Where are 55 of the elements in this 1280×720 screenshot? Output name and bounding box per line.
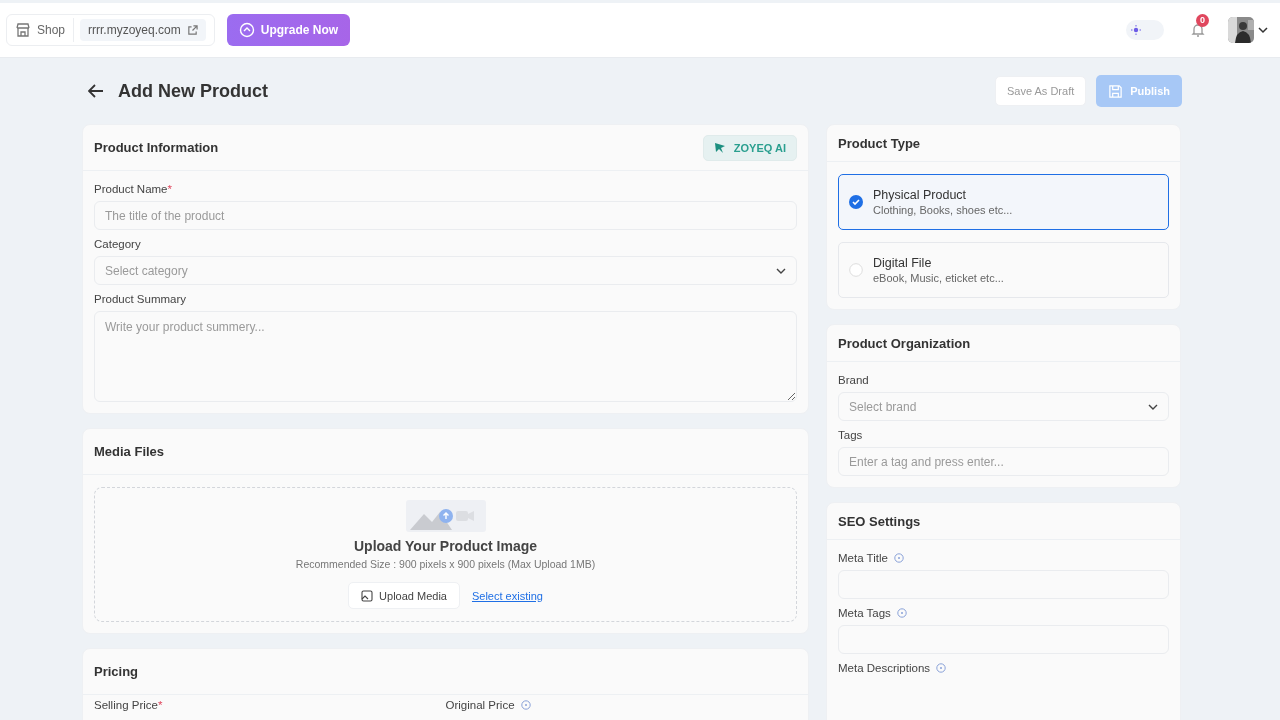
card-title: Product Organization (838, 335, 971, 351)
save-draft-button[interactable]: Save As Draft (995, 76, 1087, 106)
field-label: Original Price (445, 699, 515, 711)
field-label: Product Name* (94, 183, 173, 195)
card-title: Media Files (94, 444, 165, 459)
shop-switcher[interactable]: Shop rrrr.myzoyeq.com (6, 14, 215, 46)
upload-heading: Upload Your Product Image (353, 538, 538, 554)
product-type-option[interactable]: Physical Product Clothing, Books, shoes etc... (838, 174, 1169, 230)
upgrade-icon (238, 22, 255, 38)
option-name: Digital File (873, 256, 933, 270)
upload-hint: Recommended Size : 900 pixels x 900 pixels (Max Upload 1MB) (295, 558, 596, 570)
shop-label: Shop (37, 18, 75, 42)
select-existing-link[interactable]: Select existing (471, 589, 543, 602)
select-field[interactable]: Select category (94, 256, 797, 285)
upload-media-button[interactable]: Upload Media (348, 582, 460, 609)
page-title: Add New Product (118, 80, 268, 102)
field-label: Meta Tags (838, 607, 891, 619)
image-icon (361, 589, 374, 602)
chevron-down-icon[interactable] (1258, 26, 1268, 34)
option-description: eBook, Music, eticket etc... (873, 272, 1004, 284)
card-title: Pricing (94, 664, 139, 679)
field-label: Product Summary (94, 293, 188, 305)
upgrade-button[interactable]: Upgrade Now (226, 14, 351, 46)
back-arrow-icon[interactable] (88, 84, 104, 98)
notification-badge: 0 (1196, 14, 1209, 27)
field-label: Selling Price* (94, 699, 163, 711)
product-type-option[interactable]: Digital File eBook, Music, eticket etc... (838, 242, 1169, 298)
radio-icon (849, 263, 863, 277)
theme-toggle[interactable] (1126, 20, 1164, 40)
upload-dropzone[interactable]: Upload Your Product Image Recommended Size : 900 pixels x 900 pixels (Max Upload 1MB) Upload Media Select existing (94, 487, 797, 622)
textarea-field[interactable]: Write your product summery... (94, 311, 797, 402)
check-circle-icon (849, 195, 863, 209)
select-field[interactable]: Select brand (838, 392, 1169, 421)
chevron-down-icon (776, 266, 786, 275)
field-label: Tags (838, 429, 864, 441)
field-label: Category (94, 238, 142, 250)
save-icon (1108, 83, 1124, 99)
option-name: Physical Product (873, 188, 968, 202)
field-label: Meta Title (838, 552, 888, 564)
text-field[interactable]: Enter a tag and press enter... (838, 447, 1169, 476)
text-field[interactable]: The title of the product (94, 201, 797, 230)
sun-icon (1131, 25, 1141, 35)
field-label: Brand (838, 374, 870, 386)
card-title: Product Information (94, 140, 219, 155)
card-title: Product Type (838, 135, 921, 151)
field-label: Meta Descriptions (838, 662, 931, 674)
store-url-link[interactable]: rrrr.myzoyeq.com (80, 19, 206, 41)
store-icon (15, 22, 31, 38)
bell-icon[interactable] (1190, 22, 1206, 38)
chevron-down-icon (1148, 402, 1158, 411)
media-upload-icon (405, 500, 486, 532)
card-title: SEO Settings (838, 513, 921, 529)
ai-button[interactable]: ZOYEQ AI (702, 134, 797, 161)
option-description: Clothing, Books, shoes etc... (873, 204, 1013, 216)
external-link-icon (186, 24, 198, 36)
